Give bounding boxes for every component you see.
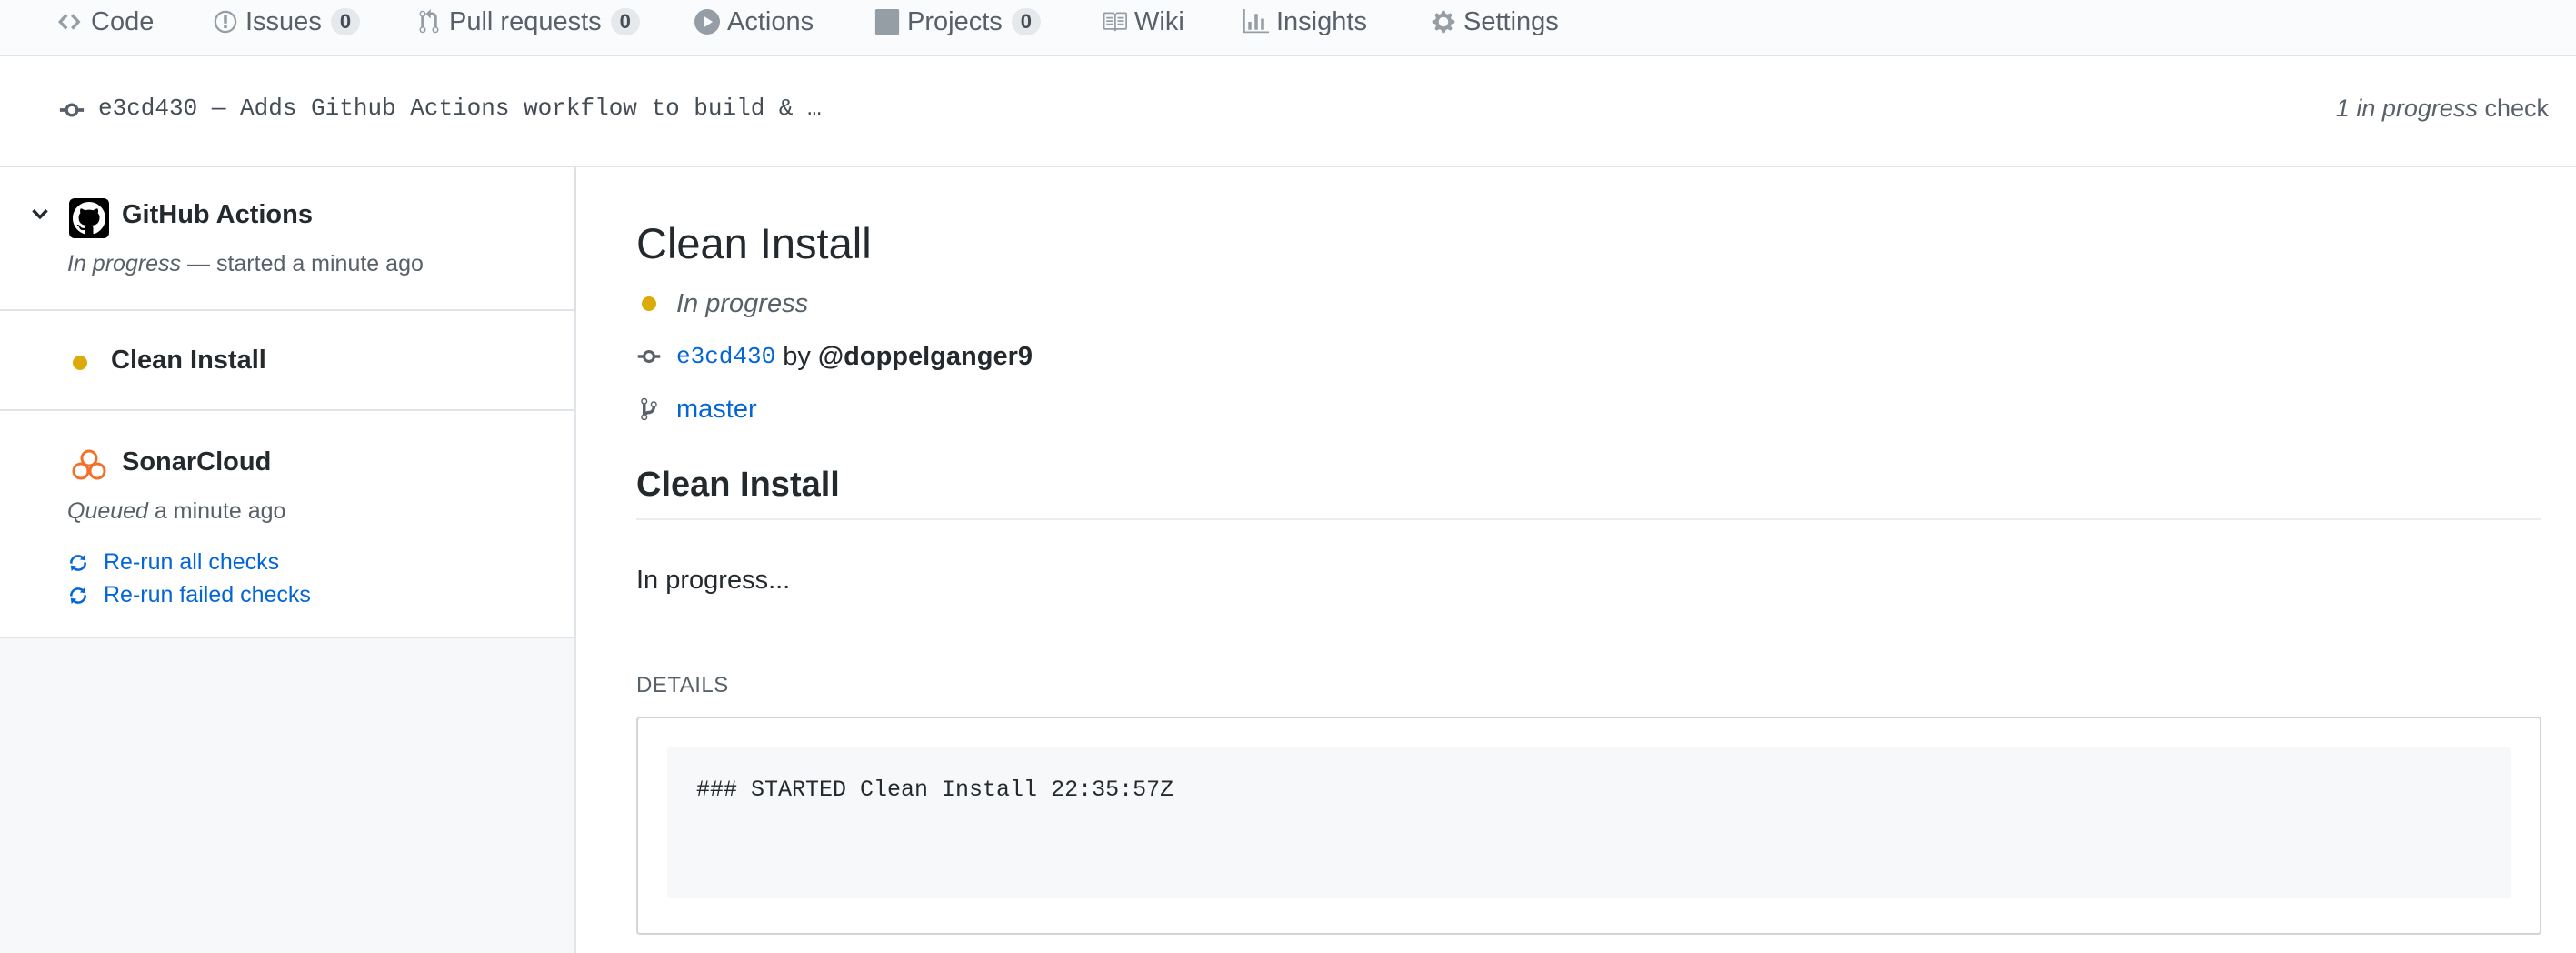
pull-requests-count: 0 <box>610 8 640 35</box>
play-icon <box>694 9 720 35</box>
commit-sha-link[interactable]: e3cd430 <box>676 343 775 370</box>
run-status-text: In progress <box>676 288 809 318</box>
tab-pull-requests-label: Pull requests <box>449 6 602 36</box>
tab-settings-label: Settings <box>1463 6 1559 36</box>
sync-icon <box>67 585 89 607</box>
tab-wiki[interactable]: Wiki <box>1102 0 1184 44</box>
tab-wiki-label: Wiki <box>1134 6 1184 36</box>
tab-settings[interactable]: Settings <box>1431 0 1559 44</box>
commit-icon <box>58 96 85 124</box>
pull-request-icon <box>416 9 442 35</box>
project-icon <box>874 9 900 35</box>
details-box: ### STARTED Clean Install 22:35:57Z <box>636 717 2541 935</box>
tab-actions-label: Actions <box>727 6 814 36</box>
suite-status: In progress — started a minute ago <box>67 251 424 277</box>
repo-nav: Code Issues 0 Pull requests 0 Actions Pr… <box>0 0 2576 56</box>
tab-code[interactable]: Code <box>58 0 154 44</box>
check-count-suffix: check <box>2477 95 2549 122</box>
git-branch-icon <box>636 396 676 422</box>
gear-icon <box>1431 9 1456 35</box>
check-suite-sonarcloud[interactable]: SonarCloud Queued a minute ago Re-run al… <box>0 411 574 638</box>
rerun-all-checks-link[interactable]: Re-run all checks <box>67 549 279 576</box>
suite-name: GitHub Actions <box>122 200 313 229</box>
page-title: Clean Install <box>636 219 872 267</box>
check-run-name: Clean Install <box>111 346 266 375</box>
checks-sidebar: GitHub Actions In progress — started a m… <box>0 167 576 953</box>
tab-actions[interactable]: Actions <box>694 0 814 44</box>
tab-insights-label: Insights <box>1276 6 1367 36</box>
tab-pull-requests[interactable]: Pull requests 0 <box>416 0 640 44</box>
suite-name: SonarCloud <box>122 447 272 476</box>
commit-header: e3cd430 — Adds Github Actions workflow t… <box>0 56 2576 167</box>
issue-icon <box>213 9 238 35</box>
suite-status-time: a minute ago <box>147 498 286 524</box>
tab-code-label: Code <box>91 6 155 36</box>
check-suite-github-actions[interactable]: GitHub Actions In progress — started a m… <box>0 167 574 311</box>
check-count: 1 in progress check <box>2336 95 2549 123</box>
tab-projects[interactable]: Projects 0 <box>874 0 1042 44</box>
suite-status-state: In progress <box>67 251 182 276</box>
code-icon <box>58 9 84 35</box>
rerun-failed-label: Re-run failed checks <box>104 582 311 607</box>
summary-text: In progress... <box>636 566 791 595</box>
log-output: ### STARTED Clean Install 22:35:57Z <box>667 747 2511 898</box>
commit-message[interactable]: e3cd430 — Adds Github Actions workflow t… <box>98 95 822 122</box>
projects-count: 0 <box>1011 8 1042 35</box>
run-branch: master <box>636 391 757 427</box>
sync-icon <box>67 552 89 574</box>
run-status: In progress <box>636 286 808 322</box>
chevron-down-icon[interactable] <box>27 202 53 227</box>
in-progress-dot-icon <box>73 356 87 370</box>
suite-status-state: Queued <box>67 498 148 524</box>
author-link[interactable]: @doppelganger9 <box>818 342 1033 372</box>
rerun-failed-checks-link[interactable]: Re-run failed checks <box>67 582 311 608</box>
suite-status-time: — started a minute ago <box>181 251 424 276</box>
log-line: ### STARTED Clean Install 22:35:57Z <box>696 777 1174 803</box>
by-label: by <box>783 341 811 371</box>
branch-link[interactable]: master <box>676 395 757 425</box>
suite-status: Queued a minute ago <box>67 498 285 525</box>
run-commit: e3cd430 by @doppelganger9 <box>636 338 1033 375</box>
book-icon <box>1102 9 1127 35</box>
tab-issues-label: Issues <box>245 6 322 36</box>
tab-projects-label: Projects <box>907 6 1003 36</box>
rerun-all-label: Re-run all checks <box>104 549 280 575</box>
details-label: DETAILS <box>636 673 729 697</box>
issues-count: 0 <box>330 8 361 35</box>
tab-insights[interactable]: Insights <box>1243 0 1367 44</box>
check-run-clean-install[interactable]: Clean Install <box>0 311 574 411</box>
check-run-detail: Clean Install In progress e3cd430 by @do… <box>578 167 2576 953</box>
sonarcloud-icon <box>69 446 109 486</box>
check-count-status: 1 in progress <box>2335 95 2478 122</box>
in-progress-dot-icon <box>642 296 656 311</box>
graph-icon <box>1243 9 1269 35</box>
github-logo-icon <box>69 198 109 238</box>
summary-heading: Clean Install <box>636 466 2541 520</box>
commit-icon <box>636 344 676 369</box>
tab-issues[interactable]: Issues 0 <box>213 0 361 44</box>
